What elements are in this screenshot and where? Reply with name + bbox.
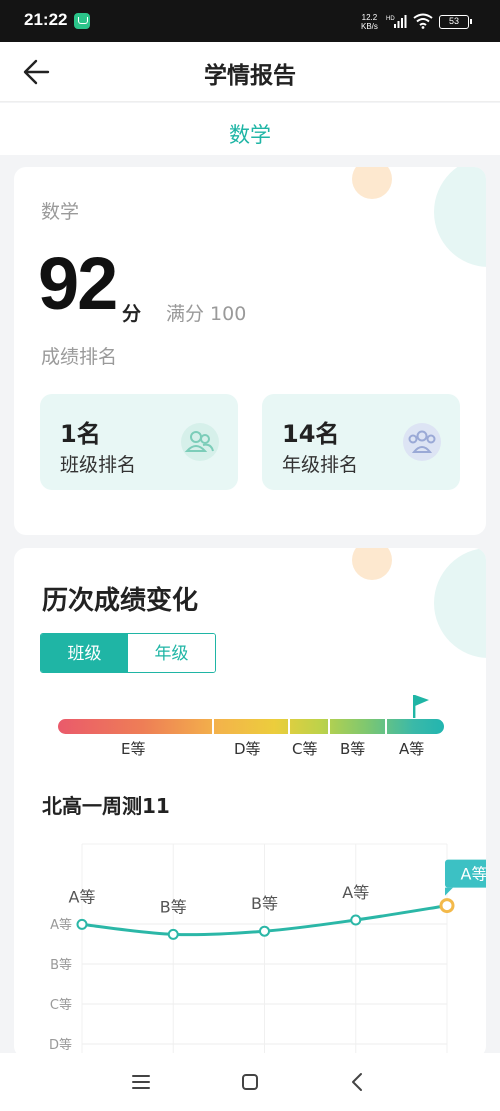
decoration-circle	[434, 167, 486, 267]
grade-scale-bar	[58, 719, 444, 736]
score-unit: 分	[122, 303, 142, 325]
menu-icon[interactable]	[126, 1067, 156, 1097]
toggle-class-button[interactable]: 班级	[41, 634, 128, 672]
history-card: 历次成绩变化 班级 年级 E等 D等 C等 B等 A等 北高一周测11 A等 B等…	[14, 548, 486, 1058]
network-speed: 12.2 KB/s	[361, 13, 378, 31]
highlight-badge-pointer	[445, 887, 453, 896]
data-label: A等	[342, 883, 369, 902]
network-type-label: HD	[386, 16, 395, 22]
data-label: B等	[251, 894, 278, 913]
grade-label-b: B等	[340, 740, 366, 758]
grade-label-a: A等	[399, 740, 425, 758]
score-value: 92	[38, 242, 118, 325]
flag-icon	[413, 695, 429, 718]
section-title: 历次成绩变化	[42, 586, 199, 616]
data-point	[259, 925, 270, 937]
grade-label-c: C等	[292, 740, 318, 758]
group-icon	[403, 423, 441, 461]
y-tick-label: A等	[50, 917, 72, 933]
y-tick-label: D等	[49, 1037, 72, 1053]
y-tick-label: B等	[50, 957, 72, 973]
scope-toggle: 班级 年级	[40, 633, 216, 673]
tab-subject-math[interactable]: 数学	[0, 119, 500, 149]
data-label: A等	[69, 887, 96, 906]
home-icon[interactable]	[235, 1067, 265, 1097]
wifi-icon	[413, 13, 433, 29]
class-rank-box: 1名 班级排名	[40, 394, 238, 490]
subject-tab-bar: 数学	[0, 103, 500, 155]
app-notification-icon	[74, 13, 90, 29]
signal-icon: HD	[386, 15, 407, 28]
exam-title: 北高一周测11	[42, 794, 170, 818]
class-rank-label: 班级排名	[60, 454, 137, 476]
network-speed-unit: KB/s	[361, 22, 378, 31]
grade-rank-value: 14名	[282, 420, 340, 448]
decoration-circle	[352, 548, 392, 580]
grade-trend-chart: A等 B等 C等 D等 A等 B等 B等 A等 A等	[49, 843, 486, 1058]
subject-label: 数学	[41, 201, 80, 223]
score-card: 数学 92 分 满分 100 成绩排名 1名 班级排名 14名 年级排名	[14, 167, 486, 535]
grade-divider	[288, 719, 290, 734]
grade-label-d: D等	[234, 740, 261, 758]
app-header: 学情报告	[0, 42, 500, 102]
page-title: 学情报告	[204, 63, 296, 89]
grade-rank-box: 14名 年级排名	[262, 394, 460, 490]
decoration-circle	[434, 548, 486, 658]
data-point	[350, 914, 362, 926]
system-nav-bar	[0, 1053, 500, 1111]
toggle-grade-button[interactable]: 年级	[128, 634, 215, 672]
back-nav-icon[interactable]	[343, 1067, 373, 1097]
class-rank-value: 1名	[60, 420, 101, 448]
grade-divider	[328, 719, 330, 734]
rank-heading: 成绩排名	[41, 346, 118, 368]
network-speed-value: 12.2	[361, 13, 378, 22]
data-label: B等	[160, 897, 187, 916]
data-point	[76, 918, 88, 930]
full-score: 满分 100	[166, 303, 247, 325]
highlight-badge-label: A等	[461, 865, 486, 884]
status-time: 21:22	[24, 10, 68, 29]
grade-rank-label: 年级排名	[282, 454, 359, 476]
grade-divider	[385, 719, 387, 734]
grade-divider	[212, 719, 214, 734]
decoration-circle	[352, 167, 392, 199]
status-bar: 21:22 12.2 KB/s HD 53	[0, 0, 500, 42]
data-point	[167, 928, 179, 940]
grade-label-e: E等	[121, 740, 146, 758]
y-tick-label: C等	[50, 997, 72, 1013]
data-point	[439, 898, 455, 914]
users-icon	[181, 423, 219, 461]
battery-icon: 53	[439, 15, 472, 29]
